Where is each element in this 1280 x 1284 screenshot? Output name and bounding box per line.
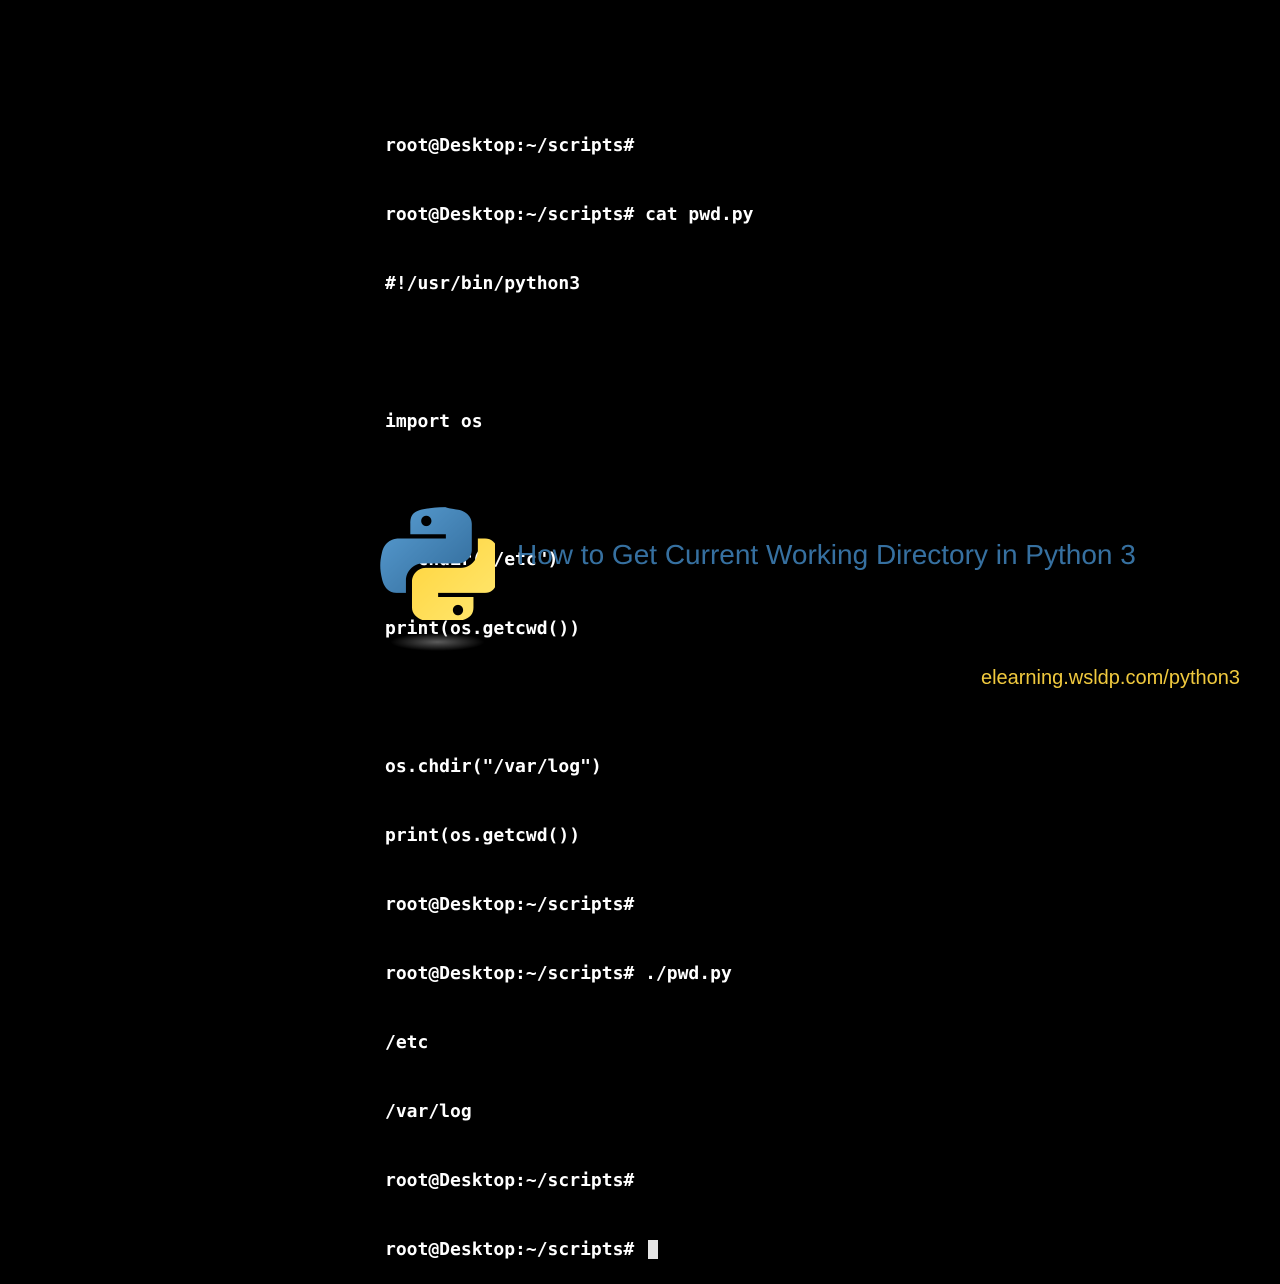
page-title: How to Get Current Working Directory in …	[517, 539, 1136, 571]
terminal-line	[385, 479, 753, 502]
terminal-cursor	[648, 1240, 658, 1259]
terminal-line: root@Desktop:~/scripts#	[385, 893, 753, 916]
terminal-line: print(os.getcwd())	[385, 824, 753, 847]
terminal-line: /var/log	[385, 1100, 753, 1123]
terminal-line-with-cursor: root@Desktop:~/scripts#	[385, 1238, 753, 1261]
python-logo-icon	[380, 505, 495, 645]
terminal-prompt: root@Desktop:~/scripts#	[385, 1239, 645, 1260]
terminal-line	[385, 341, 753, 364]
terminal-line: root@Desktop:~/scripts#	[385, 1169, 753, 1192]
terminal-line: root@Desktop:~/scripts# ./pwd.py	[385, 962, 753, 985]
terminal-line: root@Desktop:~/scripts# cat pwd.py	[385, 203, 753, 226]
terminal-output: root@Desktop:~/scripts# root@Desktop:~/s…	[385, 88, 753, 1284]
terminal-line	[385, 686, 753, 709]
terminal-line: root@Desktop:~/scripts#	[385, 134, 753, 157]
terminal-line: #!/usr/bin/python3	[385, 272, 753, 295]
logo-title-area: How to Get Current Working Directory in …	[380, 505, 1136, 645]
logo-shadow	[390, 633, 485, 651]
terminal-line: /etc	[385, 1031, 753, 1054]
terminal-line: os.chdir("/var/log")	[385, 755, 753, 778]
footer-url: elearning.wsldp.com/python3	[981, 667, 1240, 690]
terminal-line: import os	[385, 410, 753, 433]
